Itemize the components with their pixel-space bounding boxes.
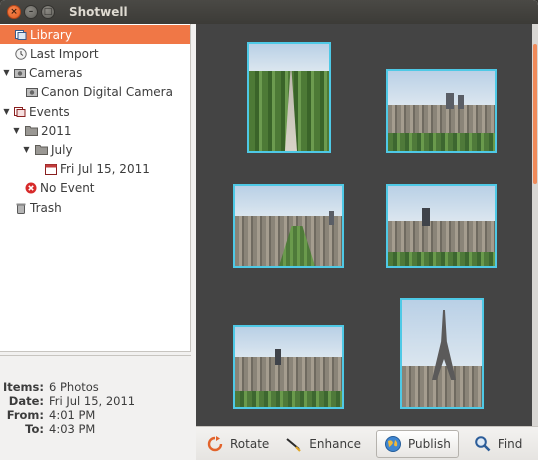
sidebar-item-label: July bbox=[51, 142, 73, 157]
sidebar-item-july[interactable]: ▼ July bbox=[0, 140, 190, 159]
info-key: Date: bbox=[8, 394, 44, 408]
sidebar-item-label: Canon Digital Camera bbox=[41, 84, 173, 99]
enhance-label: Enhance bbox=[309, 436, 362, 451]
sidebar-item-last-import[interactable]: Last Import bbox=[0, 44, 190, 63]
sidebar-item-trash[interactable]: Trash bbox=[0, 198, 190, 217]
info-from: From: 4:01 PM bbox=[0, 408, 191, 422]
sidebar-item-label: Last Import bbox=[30, 46, 99, 61]
find-label: Find bbox=[497, 436, 523, 451]
event-icon bbox=[44, 162, 57, 175]
vertical-scrollbar[interactable] bbox=[532, 24, 538, 426]
info-value: 6 Photos bbox=[49, 380, 99, 394]
rotate-label: Rotate bbox=[230, 436, 270, 451]
camera-icon bbox=[25, 85, 38, 98]
sidebar-item-no-event[interactable]: No Event bbox=[0, 178, 190, 197]
camera-icon bbox=[13, 66, 26, 79]
trash-icon bbox=[14, 201, 27, 214]
sidebar-item-label: Cameras bbox=[29, 65, 83, 80]
sidebar-item-label: Library bbox=[30, 27, 72, 42]
expander-down-icon[interactable]: ▼ bbox=[12, 126, 21, 135]
info-key: Items: bbox=[2, 380, 44, 394]
sidebar-item-label: No Event bbox=[40, 180, 95, 195]
info-to: To: 4:03 PM bbox=[0, 422, 191, 436]
expander-down-icon[interactable]: ▼ bbox=[22, 145, 31, 154]
sidebar-item-2011[interactable]: ▼ 2011 bbox=[0, 121, 190, 140]
sidebar-item-label: Trash bbox=[30, 200, 62, 215]
rotate-button[interactable]: Rotate bbox=[199, 430, 276, 458]
no-event-icon bbox=[24, 181, 37, 194]
globe-icon bbox=[384, 435, 402, 453]
photo-thumbnail[interactable] bbox=[233, 325, 344, 409]
info-date: Date: Fri Jul 15, 2011 bbox=[0, 394, 191, 408]
enhance-wand-icon bbox=[285, 435, 303, 453]
publish-button[interactable]: Publish bbox=[376, 429, 459, 458]
maximize-icon[interactable]: □ bbox=[41, 5, 55, 19]
enhance-button[interactable]: Enhance bbox=[278, 430, 368, 458]
bottom-toolbar: Rotate Enhance Publish Find bbox=[196, 426, 538, 460]
info-items: Items: 6 Photos bbox=[0, 380, 191, 394]
folder-icon bbox=[35, 143, 48, 156]
photo-thumbnail[interactable] bbox=[386, 69, 497, 153]
clock-icon bbox=[14, 47, 27, 60]
info-panel: Items: 6 Photos Date: Fri Jul 15, 2011 F… bbox=[0, 355, 191, 460]
sidebar-item-label: 2011 bbox=[41, 123, 72, 138]
window-title: Shotwell bbox=[69, 5, 128, 19]
photo-grid[interactable] bbox=[196, 24, 532, 426]
window-controls: × – □ bbox=[7, 5, 55, 19]
sidebar-item-fri-jul-15[interactable]: Fri Jul 15, 2011 bbox=[0, 159, 190, 178]
folder-icon bbox=[25, 124, 38, 137]
info-value: 4:01 PM bbox=[49, 408, 96, 422]
sidebar-item-events[interactable]: ▼ Events bbox=[0, 102, 190, 121]
search-icon bbox=[474, 435, 492, 453]
info-value: 4:03 PM bbox=[49, 422, 96, 436]
expander-down-icon[interactable]: ▼ bbox=[2, 68, 11, 77]
rotate-icon bbox=[206, 435, 224, 453]
sidebar-item-label: Fri Jul 15, 2011 bbox=[60, 161, 150, 176]
shotwell-window: × – □ Shotwell Library Last Import ▼ Cam… bbox=[0, 0, 538, 460]
photo-thumbnail[interactable] bbox=[247, 42, 331, 153]
events-icon bbox=[13, 105, 26, 118]
expander-down-icon[interactable]: ▼ bbox=[2, 107, 11, 116]
title-bar: × – □ Shotwell bbox=[0, 0, 538, 24]
publish-label: Publish bbox=[408, 436, 451, 451]
close-icon[interactable]: × bbox=[7, 5, 21, 19]
minimize-icon[interactable]: – bbox=[24, 5, 38, 19]
photo-thumbnail[interactable] bbox=[400, 298, 484, 409]
photo-thumbnail[interactable] bbox=[386, 184, 497, 268]
scrollbar-thumb[interactable] bbox=[533, 44, 537, 184]
sidebar-item-canon-camera[interactable]: Canon Digital Camera bbox=[0, 82, 190, 101]
sidebar-item-cameras[interactable]: ▼ Cameras bbox=[0, 63, 190, 82]
library-icon bbox=[14, 28, 27, 41]
info-value: Fri Jul 15, 2011 bbox=[49, 394, 136, 408]
sidebar: Library Last Import ▼ Cameras Canon Digi… bbox=[0, 24, 191, 352]
photo-thumbnail[interactable] bbox=[233, 184, 344, 268]
sidebar-item-label: Events bbox=[29, 104, 70, 119]
sidebar-item-library[interactable]: Library bbox=[0, 25, 190, 44]
find-button[interactable]: Find bbox=[467, 430, 530, 458]
info-key: From: bbox=[6, 408, 44, 422]
info-key: To: bbox=[25, 422, 44, 436]
